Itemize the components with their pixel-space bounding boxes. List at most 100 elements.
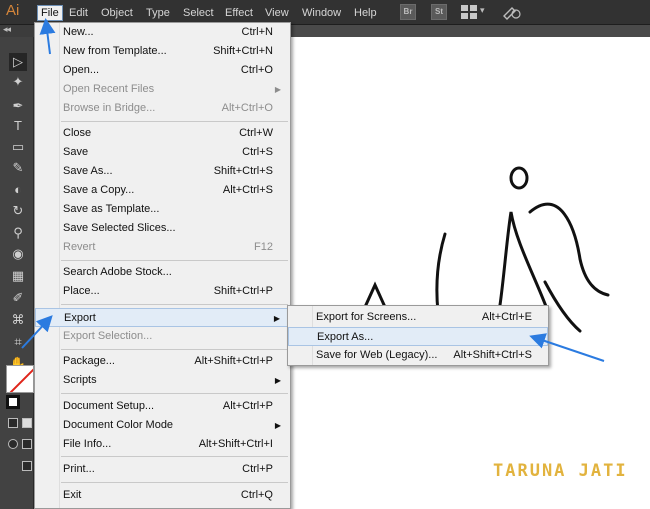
menu-object[interactable]: Object <box>98 5 136 21</box>
menu-item-shortcut: Ctrl+N <box>241 26 273 38</box>
menu-select[interactable]: Select <box>180 5 217 21</box>
menu-item-label: Exit <box>63 489 82 501</box>
submenu-arrow-icon: ▶ <box>274 85 281 94</box>
mesh-tool-icon[interactable]: ▦ <box>9 267 27 285</box>
submenu-arrow-icon: ▶ <box>273 314 280 323</box>
menu-type[interactable]: Type <box>143 5 173 21</box>
menu-item-shortcut: F12 <box>254 241 273 253</box>
menu-item-print[interactable]: Print... Ctrl+P <box>35 460 290 479</box>
illustrator-logo: Ai <box>6 2 20 19</box>
menu-item-shortcut: Alt+Shift+Ctrl+P <box>194 355 273 367</box>
watermark-text: TARUNA JATI <box>493 461 628 481</box>
menu-separator <box>61 349 288 350</box>
menu-file[interactable]: File <box>37 5 63 21</box>
menu-item-label: Browse in Bridge... <box>63 102 156 114</box>
menu-help[interactable]: Help <box>351 5 380 21</box>
menu-item-label: Scripts <box>63 374 97 386</box>
export-submenu: Export for Screens... Alt+Ctrl+E Export A… <box>287 305 549 366</box>
gpu-performance-icon[interactable] <box>500 3 522 21</box>
menu-item-open[interactable]: Open... Ctrl+O <box>35 61 290 80</box>
type-tool-icon[interactable]: T <box>9 117 27 135</box>
pen-tool-icon[interactable]: ✒ <box>9 97 27 115</box>
collapse-panels-icon[interactable]: ◂◂ <box>3 24 11 35</box>
menu-separator <box>61 456 288 457</box>
symbol-sprayer-tool-icon[interactable]: ⌘ <box>9 311 27 329</box>
menu-item-export[interactable]: Export ▶ <box>35 308 290 327</box>
tools-panel: ▷ ✦ ✒ T ▭ ✎ ◐ ↻ ⚲ ◉ ▦ ✐ ⌘ ⌗ ✋ <box>0 37 34 509</box>
menu-window[interactable]: Window <box>299 5 344 21</box>
menu-item-label: Export As... <box>317 331 374 343</box>
menu-item-export-as[interactable]: Export As... <box>288 327 548 346</box>
menu-item-save-a-copy[interactable]: Save a Copy... Alt+Ctrl+S <box>35 181 290 200</box>
shape-builder-tool-icon[interactable]: ◉ <box>9 245 27 263</box>
menu-item-export-for-screens[interactable]: Export for Screens... Alt+Ctrl+E <box>288 308 548 327</box>
menu-item-label: Package... <box>63 355 115 367</box>
screen-mode-icon[interactable] <box>22 461 32 471</box>
menu-item-search-adobe-stock[interactable]: Search Adobe Stock... <box>35 263 290 282</box>
menu-item-label: Print... <box>63 463 95 475</box>
menu-item-shortcut: Ctrl+S <box>242 146 273 158</box>
document-tab[interactable] <box>290 25 650 37</box>
menu-item-label: Save As... <box>63 165 113 177</box>
width-tool-icon[interactable]: ⚲ <box>9 224 27 242</box>
menu-item-scripts[interactable]: Scripts ▶ <box>35 371 290 390</box>
draw-mode-icon[interactable] <box>8 439 18 449</box>
menu-edit[interactable]: Edit <box>66 5 91 21</box>
menu-item-label: Open Recent Files <box>63 83 155 95</box>
menu-item-label: Open... <box>63 64 100 76</box>
fill-color-swatch[interactable] <box>6 365 34 393</box>
menu-item-label: Save a Copy... <box>63 184 135 196</box>
workspace-grid-icon[interactable] <box>461 5 477 19</box>
menu-item-document-setup[interactable]: Document Setup... Alt+Ctrl+P <box>35 397 290 416</box>
menu-item-label: Save Selected Slices... <box>63 222 176 234</box>
menu-item-new-from-template[interactable]: New from Template... Shift+Ctrl+N <box>35 42 290 61</box>
menu-view[interactable]: View <box>262 5 292 21</box>
menu-item-shortcut: Alt+Shift+Ctrl+I <box>198 438 273 450</box>
menu-item-close[interactable]: Close Ctrl+W <box>35 124 290 143</box>
selection-tool-icon[interactable]: ▷ <box>9 53 27 71</box>
rotate-tool-icon[interactable]: ↻ <box>9 202 27 220</box>
menu-item-save-as-template[interactable]: Save as Template... <box>35 200 290 219</box>
menu-item-place[interactable]: Place... Shift+Ctrl+P <box>35 282 290 301</box>
menu-item-save[interactable]: Save Ctrl+S <box>35 143 290 162</box>
menu-item-label: Revert <box>63 241 96 253</box>
menu-item-shortcut: Alt+Ctrl+P <box>222 400 273 412</box>
chevron-down-icon[interactable]: ▾ <box>480 5 485 16</box>
menu-item-file-info[interactable]: File Info... Alt+Shift+Ctrl+I <box>35 435 290 454</box>
menu-item-open-recent-files: Open Recent Files ▶ <box>35 80 290 99</box>
magic-wand-tool-icon[interactable]: ✦ <box>9 73 27 91</box>
menu-item-save-selected-slices[interactable]: Save Selected Slices... <box>35 219 290 238</box>
pencil-tool-icon[interactable]: ✎ <box>9 159 27 177</box>
menu-item-label: New... <box>63 26 94 38</box>
menu-item-label: Document Color Mode <box>63 419 174 431</box>
menu-item-package[interactable]: Package... Alt+Shift+Ctrl+P <box>35 352 290 371</box>
gradient-mode-icon[interactable] <box>22 418 32 428</box>
menu-effect[interactable]: Effect <box>222 5 256 21</box>
rectangle-tool-icon[interactable]: ▭ <box>9 138 27 156</box>
menu-item-shortcut: Alt+Ctrl+E <box>481 311 532 323</box>
menu-item-new[interactable]: New... Ctrl+N <box>35 23 290 42</box>
menu-item-label: Close <box>63 127 92 139</box>
menu-item-label: Document Setup... <box>63 400 155 412</box>
eyedropper-tool-icon[interactable]: ✐ <box>9 289 27 307</box>
menu-item-exit[interactable]: Exit Ctrl+Q <box>35 486 290 505</box>
menu-item-shortcut: Ctrl+P <box>242 463 273 475</box>
menu-item-shortcut: Alt+Ctrl+O <box>221 102 273 114</box>
artboard-tool-icon[interactable]: ⌗ <box>9 333 27 351</box>
menu-item-label: Save as Template... <box>63 203 160 215</box>
stroke-color-swatch[interactable] <box>6 395 20 409</box>
menu-item-save-for-web-legacy[interactable]: Save for Web (Legacy)... Alt+Shift+Ctrl+S <box>288 346 548 365</box>
menu-item-shortcut: Shift+Ctrl+N <box>213 45 273 57</box>
stock-icon[interactable]: St <box>431 4 447 20</box>
menu-item-label: Export Selection... <box>63 330 153 342</box>
bridge-icon[interactable]: Br <box>400 4 416 20</box>
menu-item-save-as[interactable]: Save As... Shift+Ctrl+S <box>35 162 290 181</box>
menu-item-document-color-mode[interactable]: Document Color Mode ▶ <box>35 416 290 435</box>
menu-item-revert: Revert F12 <box>35 238 290 257</box>
eraser-tool-icon[interactable]: ◐ <box>9 181 27 199</box>
menu-item-browse-in-bridge: Browse in Bridge... Alt+Ctrl+O <box>35 99 290 118</box>
draw-behind-icon[interactable] <box>22 439 32 449</box>
menu-item-label: Search Adobe Stock... <box>63 266 172 278</box>
menu-item-shortcut: Shift+Ctrl+S <box>213 165 273 177</box>
color-mode-icon[interactable] <box>8 418 18 428</box>
